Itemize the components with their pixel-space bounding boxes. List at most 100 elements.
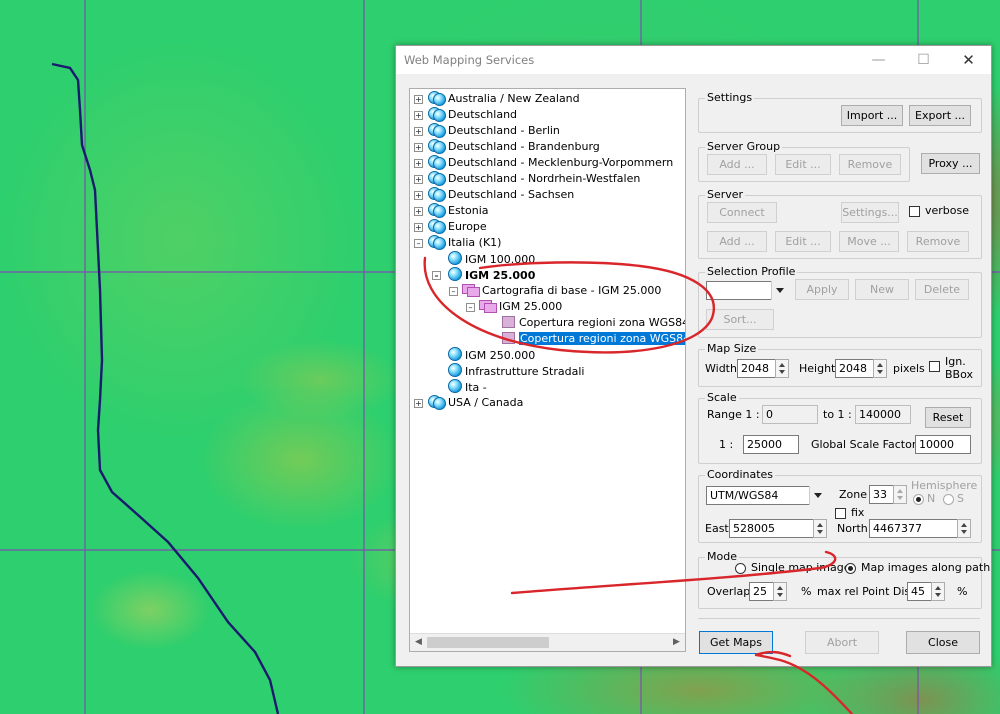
gsf-input[interactable]: 10000 xyxy=(915,435,971,454)
server-settings-button[interactable]: Settings... xyxy=(841,202,899,223)
height-spinner[interactable] xyxy=(873,359,887,378)
gsf-label: Global Scale Factor xyxy=(811,438,917,451)
east-label: East xyxy=(705,522,729,535)
server-move-button[interactable]: Move ... xyxy=(839,231,899,252)
ign-bbox-checkbox[interactable] xyxy=(929,361,940,372)
abort-button[interactable]: Abort xyxy=(805,631,879,654)
tree-item[interactable]: IGM 250.000 xyxy=(448,347,535,363)
server-group: Server Connect Settings... verbose Add .… xyxy=(698,188,982,259)
export-button[interactable]: Export ... xyxy=(909,105,971,126)
fix-checkbox[interactable] xyxy=(835,508,846,519)
server-icon xyxy=(448,267,462,281)
width-label: Width xyxy=(705,362,737,375)
single-map-radio[interactable] xyxy=(735,563,746,574)
server-tree[interactable]: + Australia / New Zealand + Deutschland + D… xyxy=(409,88,686,652)
chevron-down-icon[interactable] xyxy=(809,486,826,505)
along-path-radio[interactable] xyxy=(845,563,856,574)
overlap-spinner[interactable] xyxy=(773,582,787,601)
overlap-label: Overlap xyxy=(707,585,751,598)
reset-button[interactable]: Reset xyxy=(925,407,971,428)
tree-horizontal-scrollbar[interactable]: ◀ ▶ xyxy=(410,633,685,651)
close-button[interactable]: Close xyxy=(906,631,980,654)
server-icon xyxy=(448,379,462,393)
server-group-icon xyxy=(428,91,446,106)
settings-legend: Settings xyxy=(705,91,755,104)
tree-item[interactable]: IGM 100.000 xyxy=(448,251,535,267)
server-group-icon xyxy=(428,203,446,218)
hemisphere-s-label: S xyxy=(957,492,964,505)
apply-button[interactable]: Apply xyxy=(795,279,849,300)
server-icon xyxy=(448,251,462,265)
verbose-checkbox[interactable] xyxy=(909,206,920,217)
width-spinner[interactable] xyxy=(775,359,789,378)
server-group-legend: Server Group xyxy=(705,140,783,153)
layer-icon xyxy=(502,316,515,328)
east-spinner[interactable] xyxy=(813,519,827,538)
server-group-icon xyxy=(428,219,446,234)
tree-item[interactable]: Ita - xyxy=(448,379,487,395)
tree-item-selected[interactable]: Copertura regioni zona WGS84-UT xyxy=(502,331,685,347)
get-maps-button[interactable]: Get Maps xyxy=(699,631,773,654)
proxy-button[interactable]: Proxy ... xyxy=(921,153,980,174)
scroll-right-icon[interactable]: ▶ xyxy=(668,634,685,651)
ign-bbox-label-2: BBox xyxy=(945,368,973,381)
server-group-edit-button[interactable]: Edit ... xyxy=(775,154,831,175)
scale-legend: Scale xyxy=(705,391,739,404)
mode-group: Mode Single map image Map images along p… xyxy=(698,550,990,609)
tree-item[interactable]: Infrastrutture Stradali xyxy=(448,363,584,379)
scale-input[interactable]: 25000 xyxy=(743,435,799,454)
range-from-input[interactable]: 0 xyxy=(762,405,818,424)
single-map-label: Single map image xyxy=(751,561,851,574)
north-label: North xyxy=(837,522,868,535)
along-path-label: Map images along path xyxy=(861,561,991,574)
north-spinner[interactable] xyxy=(957,519,971,538)
scroll-left-icon[interactable]: ◀ xyxy=(410,634,427,651)
coordinates-legend: Coordinates xyxy=(705,468,776,481)
window-title: Web Mapping Services xyxy=(404,53,535,67)
coordinates-group: Coordinates UTM/WGS84 Zone 33 Hemisphere… xyxy=(698,468,982,543)
title-bar: Web Mapping Services — ☐ ✕ xyxy=(396,46,991,74)
sort-button[interactable]: Sort... xyxy=(706,309,774,330)
hemisphere-label: Hemisphere xyxy=(911,479,978,492)
fix-label: fix xyxy=(851,506,865,519)
hemisphere-n-radio[interactable] xyxy=(913,494,924,505)
close-icon[interactable]: ✕ xyxy=(946,46,991,74)
server-group-remove-button[interactable]: Remove xyxy=(839,154,901,175)
chevron-down-icon[interactable] xyxy=(771,281,788,300)
new-profile-button[interactable]: New xyxy=(855,279,909,300)
map-size-legend: Map Size xyxy=(705,342,759,355)
server-group-icon xyxy=(428,123,446,138)
ign-bbox-label-1: Ign. xyxy=(945,355,966,368)
server-remove-button[interactable]: Remove xyxy=(907,231,969,252)
tree-item[interactable]: Copertura regioni zona WGS84-UT xyxy=(502,315,685,331)
connect-button[interactable]: Connect xyxy=(707,202,777,223)
selection-profile-group: Selection Profile Apply New Delete Sort.… xyxy=(698,265,982,338)
mode-legend: Mode xyxy=(705,550,739,563)
max-rel-spinner[interactable] xyxy=(931,582,945,601)
bottom-separator xyxy=(698,618,980,620)
server-group-add-button[interactable]: Add ... xyxy=(707,154,767,175)
import-button[interactable]: Import ... xyxy=(841,105,903,126)
gps-track xyxy=(51,62,280,714)
maximize-icon[interactable]: ☐ xyxy=(901,46,946,74)
hemisphere-n-label: N xyxy=(927,492,936,505)
range-to-input[interactable]: 140000 xyxy=(855,405,911,424)
layer-folder-icon xyxy=(479,300,497,313)
layer-folder-icon xyxy=(462,284,480,297)
selection-profile-legend: Selection Profile xyxy=(705,265,798,278)
overlap-percent: % xyxy=(801,585,812,598)
server-legend: Server xyxy=(705,188,746,201)
zone-label: Zone xyxy=(839,488,868,501)
minimize-icon[interactable]: — xyxy=(856,46,901,74)
server-edit-button[interactable]: Edit ... xyxy=(775,231,831,252)
coordinate-system-combo[interactable]: UTM/WGS84 xyxy=(706,486,826,505)
server-add-button[interactable]: Add ... xyxy=(707,231,767,252)
north-input[interactable]: 4467377 xyxy=(869,519,971,538)
server-group-icon xyxy=(428,107,446,122)
server-icon xyxy=(448,363,462,377)
scrollbar-thumb[interactable] xyxy=(427,637,549,648)
scale-one-label: 1 : xyxy=(719,438,734,451)
delete-profile-button[interactable]: Delete xyxy=(915,279,969,300)
hemisphere-s-radio[interactable] xyxy=(943,494,954,505)
zone-spinner[interactable] xyxy=(893,485,907,504)
